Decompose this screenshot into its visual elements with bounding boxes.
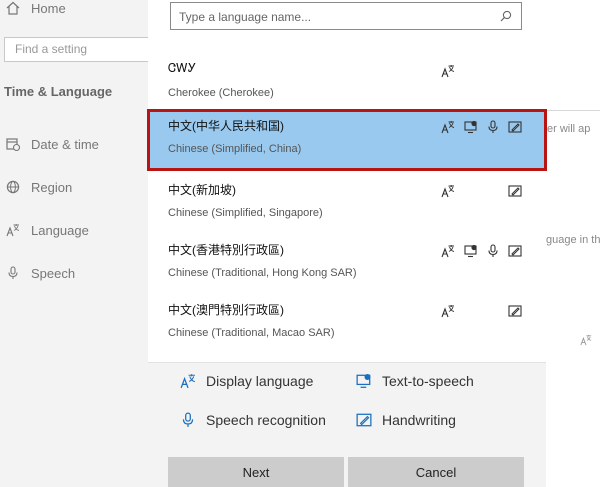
background-text-2: guage in th [546,234,600,246]
legend-handwriting: Handwriting [356,412,456,428]
find-setting-input[interactable]: Find a setting [4,37,164,62]
section-title: Time & Language [4,84,113,99]
text-to-speech-icon [356,373,372,389]
sidebar-item-label: Speech [31,265,76,281]
handwriting-icon [508,304,522,318]
speech-recognition-icon [486,244,500,258]
legend-speech-recognition: Speech recognition [180,412,326,428]
sidebar-item-date-time[interactable]: Date & time [0,131,99,157]
legend-display-language: Display language [180,373,313,389]
search-icon[interactable] [499,9,513,23]
globe-icon [5,179,21,195]
background-language-icon [580,334,592,349]
display-language-icon [441,64,455,78]
language-item[interactable]: 中文(香港特別行政區) Chinese (Traditional, Hong K… [148,234,546,294]
language-english-name: Chinese (Simplified, China) [168,143,302,155]
language-english-name: Cherokee (Cherokee) [168,87,274,99]
sidebar-item-language[interactable]: Language [0,217,89,243]
language-english-name: Chinese (Traditional, Macao SAR) [168,327,335,339]
language-item-selected[interactable]: 中文(中华人民共和国) Chinese (Simplified, China) [147,109,547,171]
sidebar-item-label: Region [31,179,73,195]
text-to-speech-icon [464,120,478,134]
sidebar-item-region[interactable]: Region [0,174,72,200]
next-button[interactable]: Next [168,457,344,487]
language-list[interactable]: Type a language name... ᏣᎳᎩ Cherokee (Ch… [147,0,547,363]
handwriting-icon [356,412,372,428]
language-item[interactable]: ᏣᎳᎩ Cherokee (Cherokee) [148,54,546,114]
legend-label: Text-to-speech [382,373,474,389]
display-language-icon [180,373,196,389]
handwriting-icon [508,244,522,258]
handwriting-icon [508,184,522,198]
microphone-icon [5,265,21,281]
display-language-icon [441,244,455,258]
calendar-clock-icon [5,136,21,152]
speech-recognition-icon [180,412,196,428]
language-item[interactable]: 中文(澳門特別行政區) Chinese (Traditional, Macao … [148,294,546,354]
text-to-speech-icon [464,244,478,258]
cancel-button[interactable]: Cancel [348,457,524,487]
language-search-input[interactable]: Type a language name... [170,2,522,30]
nav-home[interactable]: Home [0,0,66,21]
home-icon [5,0,21,16]
search-placeholder: Type a language name... [179,10,312,24]
sidebar-item-speech[interactable]: Speech [0,260,75,286]
display-language-icon [441,120,455,134]
background-text-1: er will ap [547,123,591,135]
background-divider [546,110,600,111]
language-icon [5,222,21,238]
legend-label: Speech recognition [206,412,326,428]
language-english-name: Chinese (Simplified, Singapore) [168,207,323,219]
sidebar-item-label: Language [31,222,89,238]
legend-text-to-speech: Text-to-speech [356,373,474,389]
language-english-name: Chinese (Traditional, Hong Kong SAR) [168,267,357,279]
display-language-icon [441,184,455,198]
display-language-icon [441,304,455,318]
handwriting-icon [508,120,522,134]
sidebar-item-label: Date & time [31,136,99,152]
legend-label: Display language [206,373,314,389]
choose-language-dialog: Type a language name... ᏣᎳᎩ Cherokee (Ch… [147,0,547,487]
settings-sidebar: Home Find a setting Time & Language Date… [0,0,164,487]
legend-label: Handwriting [382,412,456,428]
language-item[interactable]: 中文(新加坡) Chinese (Simplified, Singapore) [148,174,546,234]
nav-home-label: Home [31,0,66,16]
speech-recognition-icon [486,120,500,134]
